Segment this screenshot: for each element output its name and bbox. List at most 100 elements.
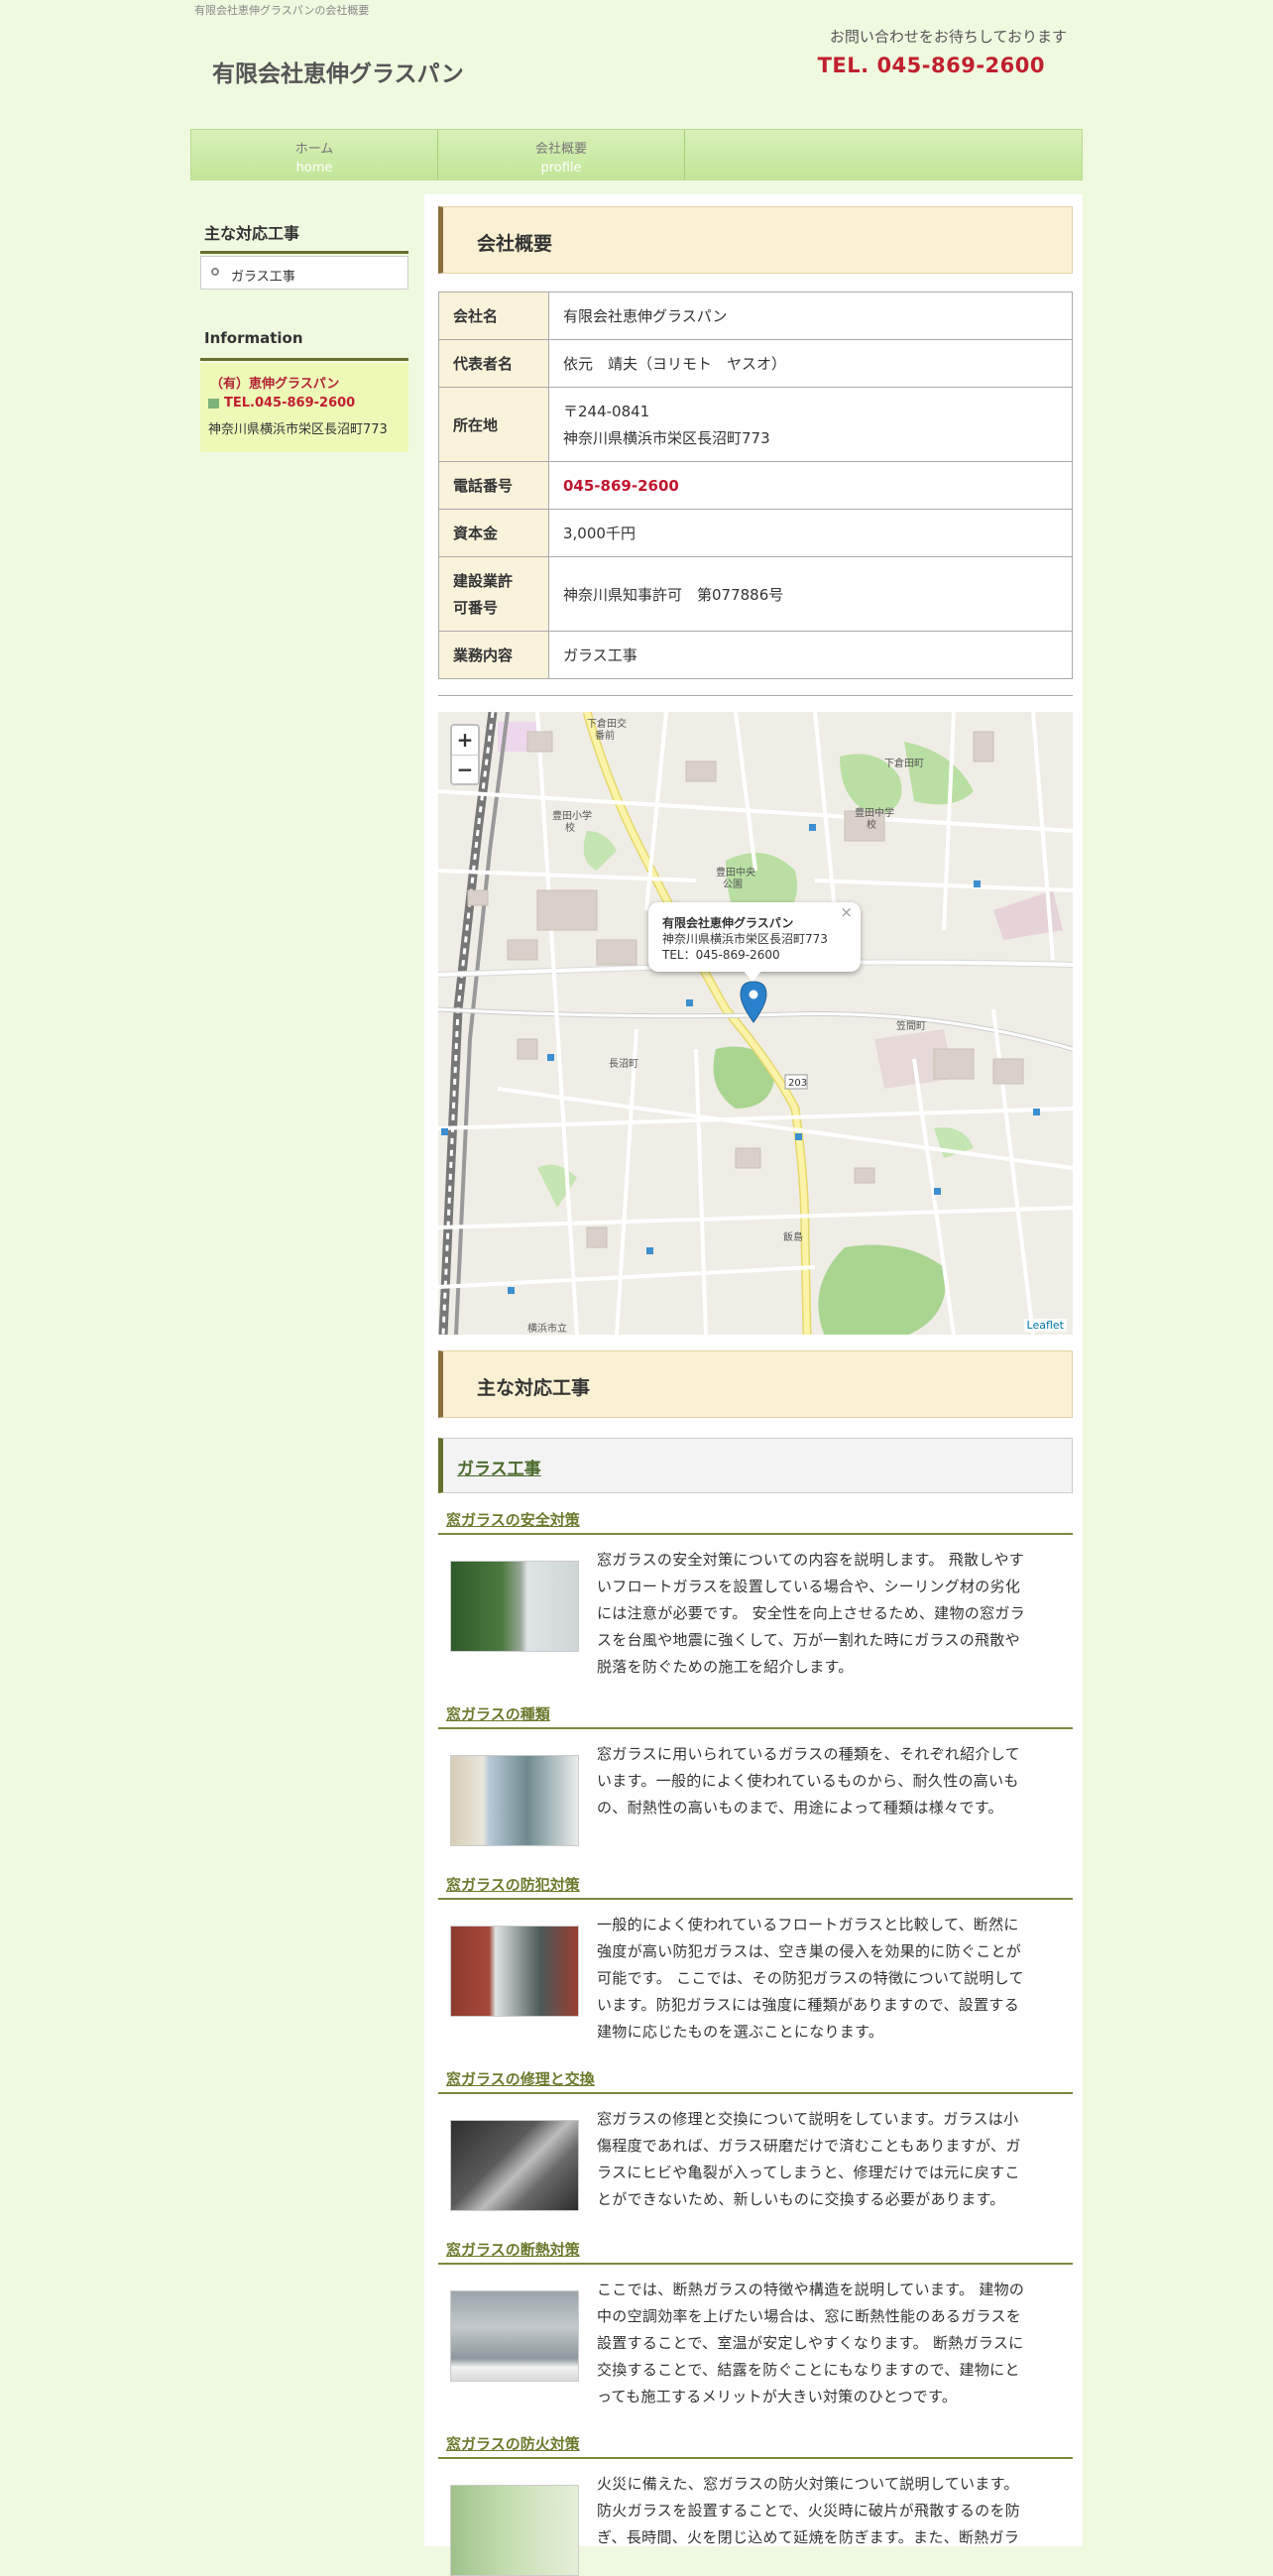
popup-address: 神奈川県横浜市栄区長沼町773: [662, 932, 828, 946]
row-label: 代表者名: [438, 339, 549, 388]
text-line: には注意が必要です。 安全性を向上させるため、建物の窓ガラ: [597, 1604, 1025, 1622]
info-company: （有）恵伸グラスパン: [210, 377, 340, 392]
section-rule: [438, 2263, 1073, 2265]
section-text-fireproof: 火災に備えた、窓ガラスの防火対策について説明しています。 防火ガラスを設置するこ…: [597, 2471, 1069, 2551]
works-sub-box: ガラス工事: [438, 1438, 1073, 1493]
works-title: 主な対応工事: [477, 1377, 591, 1399]
section-rule: [438, 1533, 1073, 1535]
header-tel[interactable]: TEL. 045-869-2600: [818, 54, 1045, 77]
company-profile-table: 会社名 有限会社恵伸グラスパン 代表者名 依元 靖夫（ヨリモト ヤスオ） 所在地…: [438, 292, 1073, 679]
insulation-photo: [450, 2290, 579, 2382]
sidebar-info-rule: [200, 358, 408, 361]
row-label: 建設業許 可番号: [438, 556, 549, 632]
svg-text:203: 203: [788, 1078, 807, 1089]
site-title[interactable]: 有限会社恵伸グラスパン: [212, 55, 464, 88]
text-line: 防火ガラスを設置することで、火災時に破片が飛散するのを防: [597, 2502, 1021, 2519]
text-line: 中の空調効率を上げたい場合は、窓に断熱性能のあるガラスを: [597, 2307, 1022, 2325]
table-row: 建設業許 可番号 神奈川県知事許可 第077886号: [438, 556, 1073, 632]
section-text-repair: 窓ガラスの修理と交換について説明をしています。ガラスは小 傷程度であれば、ガラス…: [597, 2106, 1069, 2213]
section-title-insulation[interactable]: 窓ガラスの断熱対策: [446, 2239, 580, 2260]
text-line: っても施工するメリットが大きい対策のひとつです。: [597, 2388, 958, 2405]
row-value: 045-869-2600: [548, 461, 1073, 510]
row-value: 3,000千円: [548, 509, 1073, 557]
svg-text:下倉田交: 下倉田交: [587, 717, 627, 730]
text-line: 窓ガラスの修理と交換について説明をしています。ガラスは小: [597, 2110, 1019, 2128]
section-text-types: 窓ガラスに用いられているガラスの種類を、それぞれ紹介して います。一般的によく使…: [597, 1741, 1069, 1821]
text-line: 建物に応じたものを選ぶことになります。: [597, 2023, 884, 2041]
nav-item-home[interactable]: ホーム home: [191, 130, 438, 179]
svg-text:飯島: 飯島: [783, 1230, 803, 1243]
text-line: 脱落を防ぐための施工を紹介します。: [597, 1658, 854, 1676]
text-line: 窓ガラスの安全対策についての内容を説明します。 飛散しやす: [597, 1551, 1025, 1569]
nav-item-profile[interactable]: 会社概要 profile: [438, 130, 685, 179]
info-address: 神奈川県横浜市栄区長沼町773: [208, 422, 388, 437]
repair-photo: [450, 2120, 579, 2211]
section-title-security[interactable]: 窓ガラスの防犯対策: [446, 1874, 580, 1895]
section-text-insulation: ここでは、断熱ガラスの特徴や構造を説明しています。 建物の 中の空調効率を上げた…: [597, 2277, 1069, 2410]
section-title-types[interactable]: 窓ガラスの種類: [446, 1703, 550, 1724]
global-nav: ホーム home 会社概要 profile: [190, 129, 1083, 180]
table-row: 所在地 〒244-0841 神奈川県横浜市栄区長沼町773: [438, 387, 1073, 462]
popup-tip: [743, 970, 762, 982]
address-line: 神奈川県横浜市栄区長沼町773: [563, 429, 770, 447]
svg-text:公園: 公園: [723, 878, 743, 890]
phone-link[interactable]: 045-869-2600: [563, 477, 679, 495]
zoom-out-button[interactable]: −: [452, 756, 478, 784]
works-title-box: 主な対応工事: [438, 1350, 1073, 1418]
nav-profile-label: 会社概要: [534, 142, 587, 157]
sidebar-item-glass-work[interactable]: ガラス工事: [200, 256, 408, 290]
security-photo: [450, 1926, 579, 2017]
glass-work-link[interactable]: ガラス工事: [457, 1455, 541, 1479]
text-line: 設置することで、室温が安定しやすくなります。 断熱ガラスに: [597, 2334, 1024, 2352]
svg-text:横浜市立: 横浜市立: [527, 1322, 567, 1335]
row-value: 神奈川県知事許可 第077886号: [548, 556, 1073, 632]
sidebar-info-box: （有）恵伸グラスパン TEL.045-869-2600 神奈川県横浜市栄区長沼町…: [200, 363, 408, 452]
bullet-icon: [211, 268, 219, 276]
section-title-fireproof[interactable]: 窓ガラスの防火対策: [446, 2433, 580, 2454]
svg-text:番前: 番前: [595, 729, 615, 742]
zoom-in-button[interactable]: +: [452, 726, 478, 756]
row-value: ガラス工事: [548, 631, 1073, 679]
text-line: います。一般的によく使われているものから、耐久性の高いも: [597, 1772, 1019, 1790]
site-tagline: 有限会社恵伸グラスパンの会社概要: [194, 4, 370, 17]
text-line: 可能です。 ここでは、その防犯ガラスの特徴について説明して: [597, 1969, 1024, 1987]
row-label: 所在地: [438, 387, 549, 462]
svg-text:長沼町: 長沼町: [609, 1057, 638, 1070]
row-label-line1: 建設業許: [453, 572, 514, 590]
sidebar-info-heading: Information: [204, 329, 303, 347]
map-attribution-link[interactable]: Leaflet: [1023, 1319, 1067, 1332]
section-title-repair[interactable]: 窓ガラスの修理と交換: [446, 2068, 595, 2089]
info-tel-text: TEL.045-869-2600: [224, 396, 356, 410]
text-line: の、耐熱性の高いものまで、用途によって種類は様々です。: [597, 1799, 1003, 1816]
main-content: 会社概要 会社名 有限会社恵伸グラスパン 代表者名 依元 靖夫（ヨリモト ヤスオ…: [424, 194, 1083, 2576]
row-value: 〒244-0841 神奈川県横浜市栄区長沼町773: [548, 387, 1073, 462]
location-map[interactable]: 下倉田交 番前 下倉田町 豊田小学校 豊田中学校 豊田中央 公園 長沼町 笠間町 飯…: [438, 712, 1073, 1335]
row-value: 依元 靖夫（ヨリモト ヤスオ）: [548, 339, 1073, 388]
table-row: 会社名 有限会社恵伸グラスパン: [438, 292, 1073, 340]
fireproof-photo: [450, 2485, 579, 2576]
svg-text:校: 校: [565, 821, 575, 834]
map-popup: × 有限会社恵伸グラスパン 神奈川県横浜市栄区長沼町773 TEL：045-86…: [648, 902, 861, 982]
text-line: ぎ、長時間、火を閉じ込めて延焼を防ぎます。また、断熱ガラ: [597, 2528, 1020, 2546]
text-line: とができないため、新しいものに交換する必要があります。: [597, 2190, 1005, 2208]
table-row: 業務内容 ガラス工事: [438, 631, 1073, 679]
row-label: 業務内容: [438, 631, 549, 679]
section-rule: [438, 2092, 1073, 2094]
sidebar-item-label: ガラス工事: [231, 270, 295, 285]
section-text-safety: 窓ガラスの安全対策についての内容を説明します。 飛散しやす いフロートガラスを設…: [597, 1547, 1069, 1681]
text-line: いフロートガラスを設置している場合や、シーリング材の劣化: [597, 1578, 1021, 1595]
section-title-safety[interactable]: 窓ガラスの安全対策: [446, 1509, 580, 1530]
popup-title: 有限会社恵伸グラスパン: [662, 916, 794, 930]
text-line: 傷程度であれば、ガラス研磨だけで済むこともありますが、ガ: [597, 2137, 1021, 2155]
section-divider: [438, 695, 1073, 696]
info-tel[interactable]: TEL.045-869-2600: [208, 396, 355, 410]
profile-title-box: 会社概要: [438, 206, 1073, 274]
text-line: 交換することで、結露を防ぐことにもなりますので、建物にと: [597, 2361, 1020, 2379]
row-label-line2: 可番号: [453, 599, 499, 617]
nav-home-sub: home: [295, 161, 333, 176]
svg-text:豊田中央: 豊田中央: [716, 866, 755, 878]
popup-tel: TEL：045-869-2600: [662, 948, 780, 962]
svg-text:下倉田町: 下倉田町: [884, 757, 924, 769]
popup-close-icon[interactable]: ×: [840, 903, 853, 921]
profile-title: 会社概要: [477, 233, 553, 255]
